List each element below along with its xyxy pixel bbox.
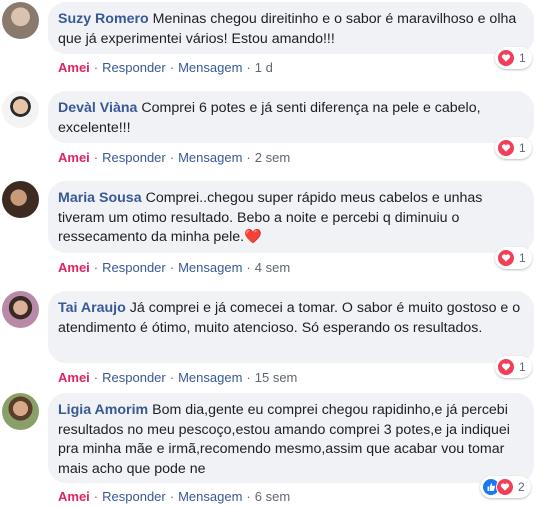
comment-bubble: Ligia Amorim Bom dia,gente eu comprei che… [48,393,534,483]
comment-actions: Amei · Responder · Mensagem · 4 sem [58,260,291,275]
comment-author[interactable]: Devàl Viàna [58,100,137,116]
comment-timestamp[interactable]: 6 sem [255,489,290,504]
avatar[interactable] [2,181,39,218]
avatar[interactable] [2,393,39,430]
comment-author[interactable]: Ligia Amorim [58,402,148,418]
comment-bubble: Suzy Romero Meninas chegou direitinho e o… [48,2,534,54]
reaction-summary[interactable]: 1 [495,137,532,159]
comment-author[interactable]: Maria Sousa [58,190,142,206]
avatar[interactable] [2,291,39,328]
reaction-summary[interactable]: 1 [495,47,532,69]
comment-timestamp[interactable]: 4 sem [255,260,290,275]
message-button[interactable]: Mensagem [178,150,242,165]
comment-bubble: Maria Sousa Comprei..chegou super rápido … [48,181,534,253]
reply-button[interactable]: Responder [102,260,166,275]
reply-button[interactable]: Responder [102,489,166,504]
message-button[interactable]: Mensagem [178,260,242,275]
comment-actions: Amei · Responder · Mensagem · 15 sem [58,370,298,385]
reaction-summary[interactable]: 2 [480,476,531,498]
reaction-count: 1 [519,51,526,65]
like-button[interactable]: Amei [58,150,90,165]
comment-actions: Amei · Responder · Mensagem · 6 sem [58,489,291,504]
reaction-summary[interactable]: 1 [495,247,532,269]
comment-timestamp[interactable]: 15 sem [255,370,298,385]
message-button[interactable]: Mensagem [178,60,242,75]
reaction-summary[interactable]: 1 [495,356,532,378]
comment-bubble: Tai Araujo Já comprei e já comecei a toma… [48,291,534,363]
reply-button[interactable]: Responder [102,370,166,385]
avatar[interactable] [2,91,39,128]
heart-emoji: ❤️ [244,229,262,245]
heart-icon [497,139,515,157]
like-button[interactable]: Amei [58,370,90,385]
comment-timestamp[interactable]: 2 sem [255,150,290,165]
reply-button[interactable]: Responder [102,60,166,75]
message-button[interactable]: Mensagem [178,489,242,504]
comment-bubble: Devàl Viàna Comprei 6 potes e já senti di… [48,91,534,143]
heart-icon [497,358,515,376]
comment-timestamp[interactable]: 1 d [255,60,273,75]
comment-actions: Amei · Responder · Mensagem · 2 sem [58,150,291,165]
reaction-count: 1 [519,360,526,374]
heart-icon [497,249,515,267]
comment-author[interactable]: Tai Araujo [58,300,126,316]
reply-button[interactable]: Responder [102,150,166,165]
avatar[interactable] [2,2,39,39]
like-button[interactable]: Amei [58,60,90,75]
comment-text: Já comprei e já comecei a tomar. O sabor… [58,300,521,336]
comment-actions: Amei · Responder · Mensagem · 1 d [58,60,273,75]
heart-icon [496,478,514,496]
like-button[interactable]: Amei [58,489,90,504]
reaction-count: 2 [518,480,525,494]
message-button[interactable]: Mensagem [178,370,242,385]
comment-author[interactable]: Suzy Romero [58,11,149,27]
reaction-count: 1 [519,251,526,265]
like-button[interactable]: Amei [58,260,90,275]
heart-icon [497,49,515,67]
reaction-count: 1 [519,141,526,155]
